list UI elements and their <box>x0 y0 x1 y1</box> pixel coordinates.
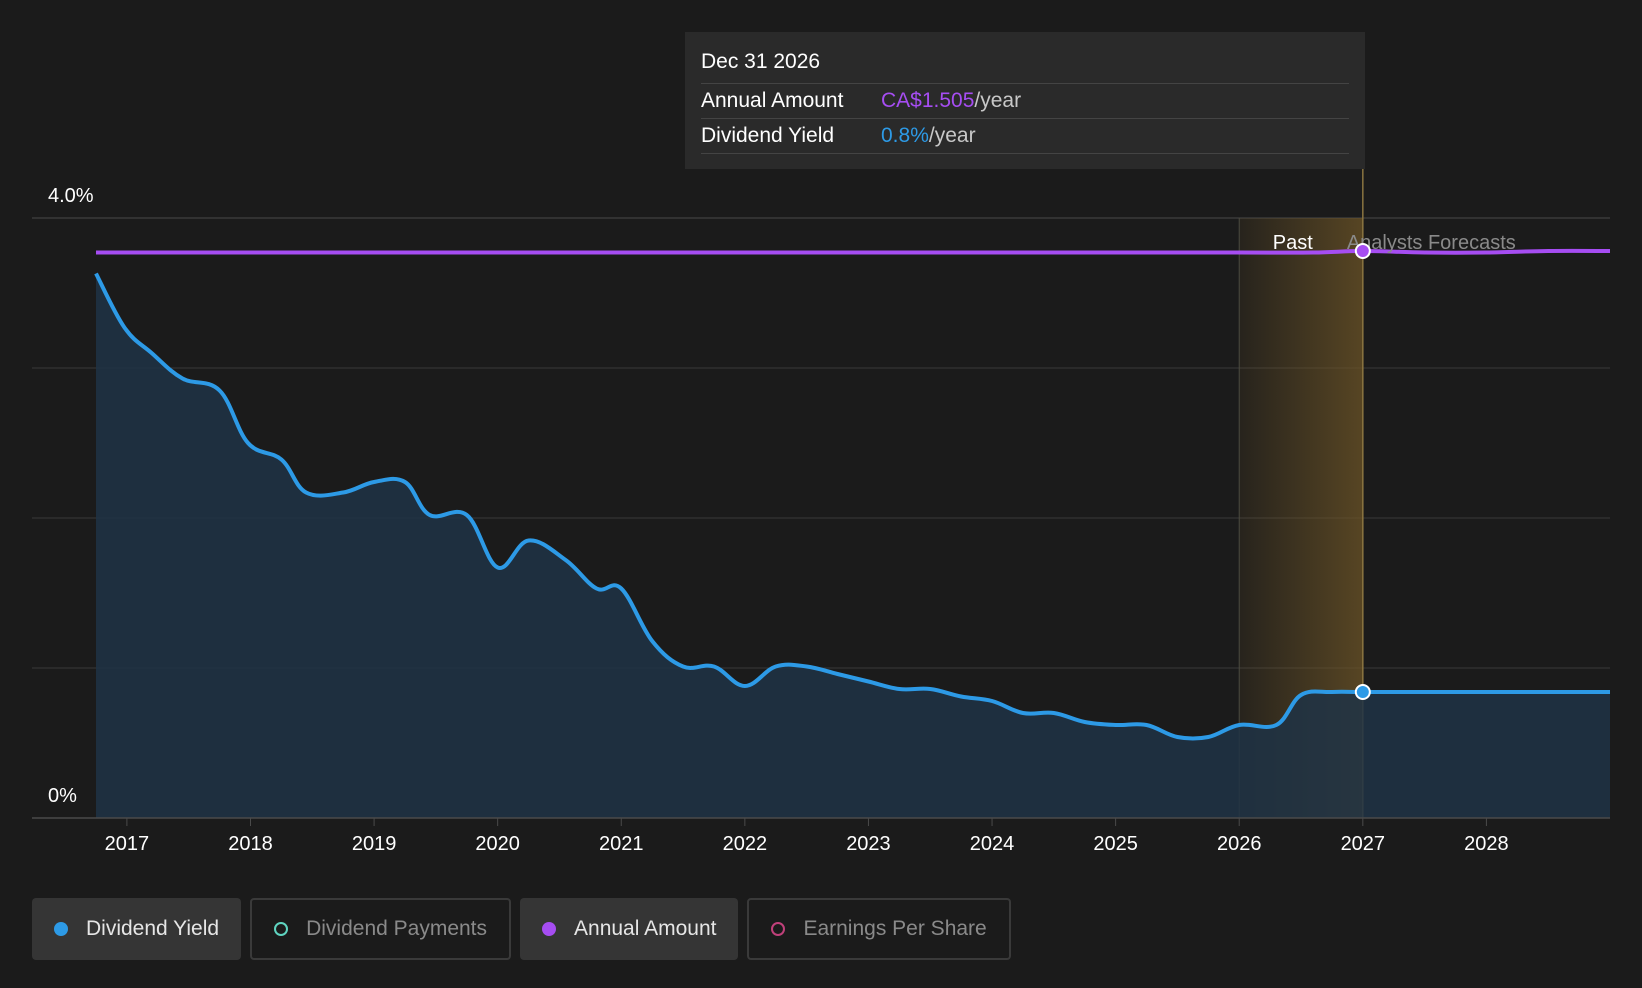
legend-annual-amount-dot <box>542 922 557 936</box>
x-tick-label: 2027 <box>1341 833 1386 855</box>
dividend-yield-area <box>96 273 1610 818</box>
x-tick-label: 2024 <box>970 833 1015 855</box>
y-tick-bottom: 0% <box>48 785 77 807</box>
x-tick-label: 2020 <box>475 833 520 855</box>
dividend-yield-marker[interactable] <box>1354 684 1371 700</box>
x-tick-label: 2017 <box>105 833 150 855</box>
x-tick-label: 2026 <box>1217 833 1262 855</box>
tooltip-yield-value: 0.8% <box>881 124 929 147</box>
x-tick-label: 2019 <box>352 833 397 855</box>
tooltip-annual-row: Annual Amount CA$1.505/year <box>701 84 1349 119</box>
legend-dividend-yield-label: Dividend Yield <box>86 917 220 940</box>
tooltip-yield-label: Dividend Yield <box>701 124 835 147</box>
legend-annual-amount-label: Annual Amount <box>574 917 717 940</box>
x-axis-ticks: 2017 2018 2019 2020 2021 2022 2023 2024 2025 2026… <box>105 818 1509 855</box>
tooltip-yield-unit: /year <box>928 124 976 147</box>
x-tick-label: 2028 <box>1464 833 1509 855</box>
legend-earnings-per-share-label: Earnings Per Share <box>803 917 987 940</box>
legend-dividend-payments-dot <box>274 922 289 936</box>
legend-annual-amount[interactable]: Annual Amount <box>520 898 739 960</box>
x-tick-label: 2018 <box>228 833 273 855</box>
legend-dividend-payments-label: Dividend Payments <box>306 917 488 940</box>
annual-amount-marker[interactable] <box>1354 243 1371 259</box>
x-tick-label: 2021 <box>599 833 644 855</box>
tooltip-annual-unit: /year <box>974 89 1022 112</box>
legend-earnings-per-share-dot <box>771 922 786 936</box>
y-tick-top: 4.0% <box>48 185 94 207</box>
chart-legend: Dividend Yield Dividend Payments Annual … <box>32 898 1011 960</box>
x-tick-label: 2022 <box>723 833 768 855</box>
tooltip-date: Dec 31 2026 <box>701 50 1349 84</box>
chart-tooltip: Dec 31 2026 Annual Amount CA$1.505/year … <box>685 32 1365 169</box>
tooltip-annual-label: Annual Amount <box>701 89 844 112</box>
forecast-label: Analysts Forecasts <box>1347 232 1516 254</box>
past-label: Past <box>1273 232 1313 254</box>
legend-dividend-yield-dot <box>54 922 68 936</box>
tooltip-annual-value: CA$1.505 <box>881 89 975 112</box>
x-tick-label: 2025 <box>1093 833 1138 855</box>
legend-dividend-payments[interactable]: Dividend Payments <box>250 898 512 960</box>
x-tick-label: 2023 <box>846 833 891 855</box>
legend-dividend-yield[interactable]: Dividend Yield <box>32 898 242 960</box>
legend-earnings-per-share[interactable]: Earnings Per Share <box>747 898 1011 960</box>
tooltip-yield-row: Dividend Yield 0.8%/year <box>701 119 1349 154</box>
